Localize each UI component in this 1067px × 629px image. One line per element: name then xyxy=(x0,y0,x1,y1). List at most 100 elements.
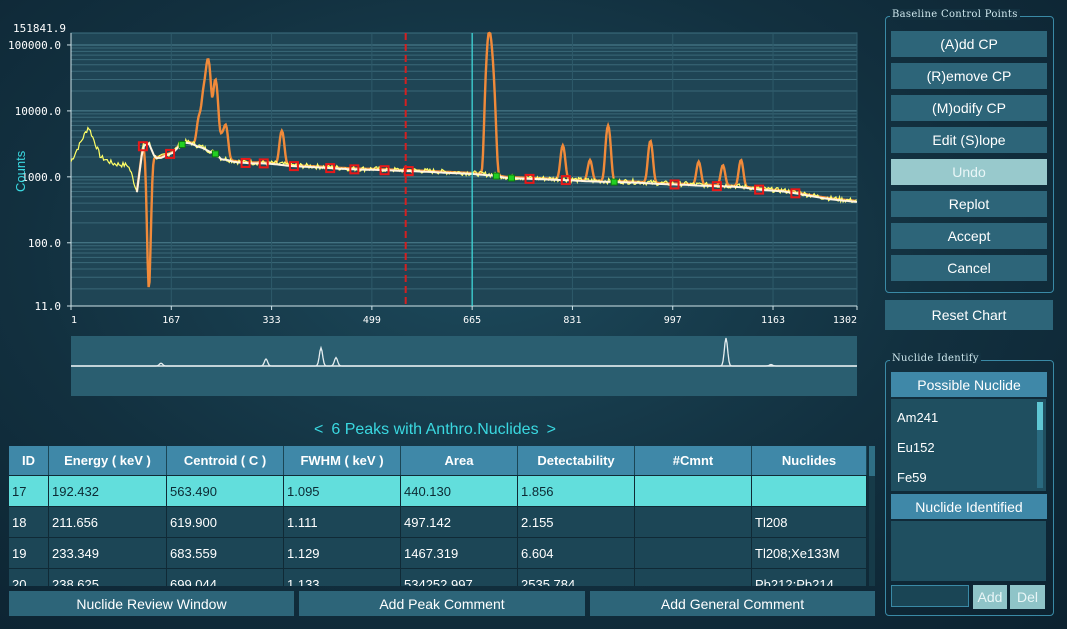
cell: 211.656 xyxy=(49,507,167,537)
cell: 563.490 xyxy=(167,476,284,506)
y-tick-label: 100.0 xyxy=(28,237,61,250)
cell: 238.625 xyxy=(49,569,167,586)
nuclide-group-title: Nuclide Identify xyxy=(890,353,981,364)
overview-chart[interactable] xyxy=(71,336,857,396)
cell: 497.142 xyxy=(401,507,518,537)
x-tick-label: 1 xyxy=(71,315,77,326)
possible-nuclide-header: Possible Nuclide xyxy=(891,372,1047,397)
peaks-navigation: < 6 Peaks with Anthro.Nuclides > xyxy=(314,420,556,440)
cell: 1.095 xyxy=(284,476,401,506)
x-tick-label: 665 xyxy=(463,315,481,326)
add-nuclide-button[interactable]: Add xyxy=(973,585,1007,609)
nuclide-identified-header: Nuclide Identified xyxy=(891,494,1047,519)
cell: 619.900 xyxy=(167,507,284,537)
table-row[interactable]: 18 211.656 619.900 1.111 497.142 2.155 T… xyxy=(9,506,867,537)
list-item[interactable]: Eu152 xyxy=(897,440,935,455)
replot-button[interactable]: Replot xyxy=(891,191,1047,217)
cell xyxy=(635,538,752,568)
baseline-group-title: Baseline Control Points xyxy=(890,9,1020,20)
cell: 699.044 xyxy=(167,569,284,586)
cell: 2535.784 xyxy=(518,569,635,586)
table-row[interactable]: 19 233.349 683.559 1.129 1467.319 6.604 … xyxy=(9,537,867,568)
col-fwhm[interactable]: FWHM ( keV ) xyxy=(284,446,401,475)
cell: 683.559 xyxy=(167,538,284,568)
col-nuclides[interactable]: Nuclides xyxy=(752,446,867,475)
x-tick-label: 499 xyxy=(363,315,381,326)
cell xyxy=(752,476,867,506)
cell: 17 xyxy=(9,476,49,506)
y-axis-label: Counts xyxy=(13,150,28,192)
cell: 534252.997 xyxy=(401,569,518,586)
add-peak-comment-button[interactable]: Add Peak Comment xyxy=(299,591,585,616)
cell xyxy=(635,569,752,586)
cell: 1.856 xyxy=(518,476,635,506)
add-cp-button[interactable]: (A)dd CP xyxy=(891,31,1047,57)
x-tick-label: 1163 xyxy=(761,315,785,326)
delete-nuclide-button[interactable]: Del xyxy=(1010,585,1045,609)
control-point-green xyxy=(178,140,186,148)
cell: Tl208 xyxy=(752,507,867,537)
cell: Pb212;Pb214 xyxy=(752,569,867,586)
x-tick-label: 997 xyxy=(664,315,682,326)
cancel-button[interactable]: Cancel xyxy=(891,255,1047,281)
table-scrollbar[interactable] xyxy=(869,446,875,586)
cell: 1.133 xyxy=(284,569,401,586)
cell xyxy=(635,507,752,537)
add-general-comment-button[interactable]: Add General Comment xyxy=(590,591,875,616)
peaks-nav-label: 6 Peaks with Anthro.Nuclides xyxy=(331,421,539,438)
table-row[interactable]: 17 192.432 563.490 1.095 440.130 1.856 xyxy=(9,475,867,506)
table-header: ID Energy ( keV ) Centroid ( C ) FWHM ( … xyxy=(9,446,867,475)
y-tick-label: 11.0 xyxy=(35,300,62,313)
undo-button[interactable]: Undo xyxy=(891,159,1047,185)
y-max-label: 151841.9 xyxy=(13,22,66,35)
x-tick-label: 831 xyxy=(563,315,581,326)
control-point-green xyxy=(610,178,618,186)
table-row[interactable]: 20 238.625 699.044 1.133 534252.997 2535… xyxy=(9,568,867,586)
control-point-green xyxy=(492,172,500,180)
peaks-table[interactable]: ID Energy ( keV ) Centroid ( C ) FWHM ( … xyxy=(9,446,867,586)
control-point-green xyxy=(211,150,219,158)
col-id[interactable]: ID xyxy=(9,446,49,475)
table-scrollbar-thumb[interactable] xyxy=(869,446,875,476)
x-tick-label: 333 xyxy=(263,315,281,326)
cell: 6.604 xyxy=(518,538,635,568)
baseline-control-points-group: Baseline Control Points xyxy=(885,9,1054,293)
control-point-green xyxy=(507,174,515,182)
list-item[interactable]: Fe59 xyxy=(897,470,927,485)
cell: 1.129 xyxy=(284,538,401,568)
cell: Tl208;Xe133M xyxy=(752,538,867,568)
col-centroid[interactable]: Centroid ( C ) xyxy=(167,446,284,475)
col-area[interactable]: Area xyxy=(401,446,518,475)
next-peak-arrow-icon[interactable]: > xyxy=(547,421,556,439)
spectrum-chart[interactable]: 151841.9100000.010000.01000.0100.011.01 1… xyxy=(0,0,870,330)
nuclide-input[interactable] xyxy=(891,585,969,607)
cell: 19 xyxy=(9,538,49,568)
col-cmnt[interactable]: #Cmnt xyxy=(635,446,752,475)
list-scrollbar-thumb[interactable] xyxy=(1037,402,1043,430)
col-energy[interactable]: Energy ( keV ) xyxy=(49,446,167,475)
remove-cp-button[interactable]: (R)emove CP xyxy=(891,63,1047,89)
y-tick-label: 100000.0 xyxy=(8,39,61,52)
col-detectability[interactable]: Detectability xyxy=(518,446,635,475)
list-item[interactable]: Am241 xyxy=(897,410,938,425)
accept-button[interactable]: Accept xyxy=(891,223,1047,249)
x-tick-label: 1302 xyxy=(833,315,857,326)
nuclide-review-window-button[interactable]: Nuclide Review Window xyxy=(9,591,294,616)
list-scrollbar-track[interactable] xyxy=(1037,402,1043,488)
modify-cp-button[interactable]: (M)odify CP xyxy=(891,95,1047,121)
cell xyxy=(635,476,752,506)
cell: 1467.319 xyxy=(401,538,518,568)
cell: 233.349 xyxy=(49,538,167,568)
x-tick-label: 167 xyxy=(162,315,180,326)
cell: 20 xyxy=(9,569,49,586)
y-tick-label: 10000.0 xyxy=(15,105,61,118)
cell: 18 xyxy=(9,507,49,537)
reset-chart-button[interactable]: Reset Chart xyxy=(885,300,1053,330)
prev-peak-arrow-icon[interactable]: < xyxy=(314,421,323,439)
cell: 1.111 xyxy=(284,507,401,537)
cell: 2.155 xyxy=(518,507,635,537)
cell: 192.432 xyxy=(49,476,167,506)
edit-slope-button[interactable]: Edit (S)lope xyxy=(891,127,1047,153)
identified-nuclide-list[interactable] xyxy=(891,521,1046,581)
cell: 440.130 xyxy=(401,476,518,506)
